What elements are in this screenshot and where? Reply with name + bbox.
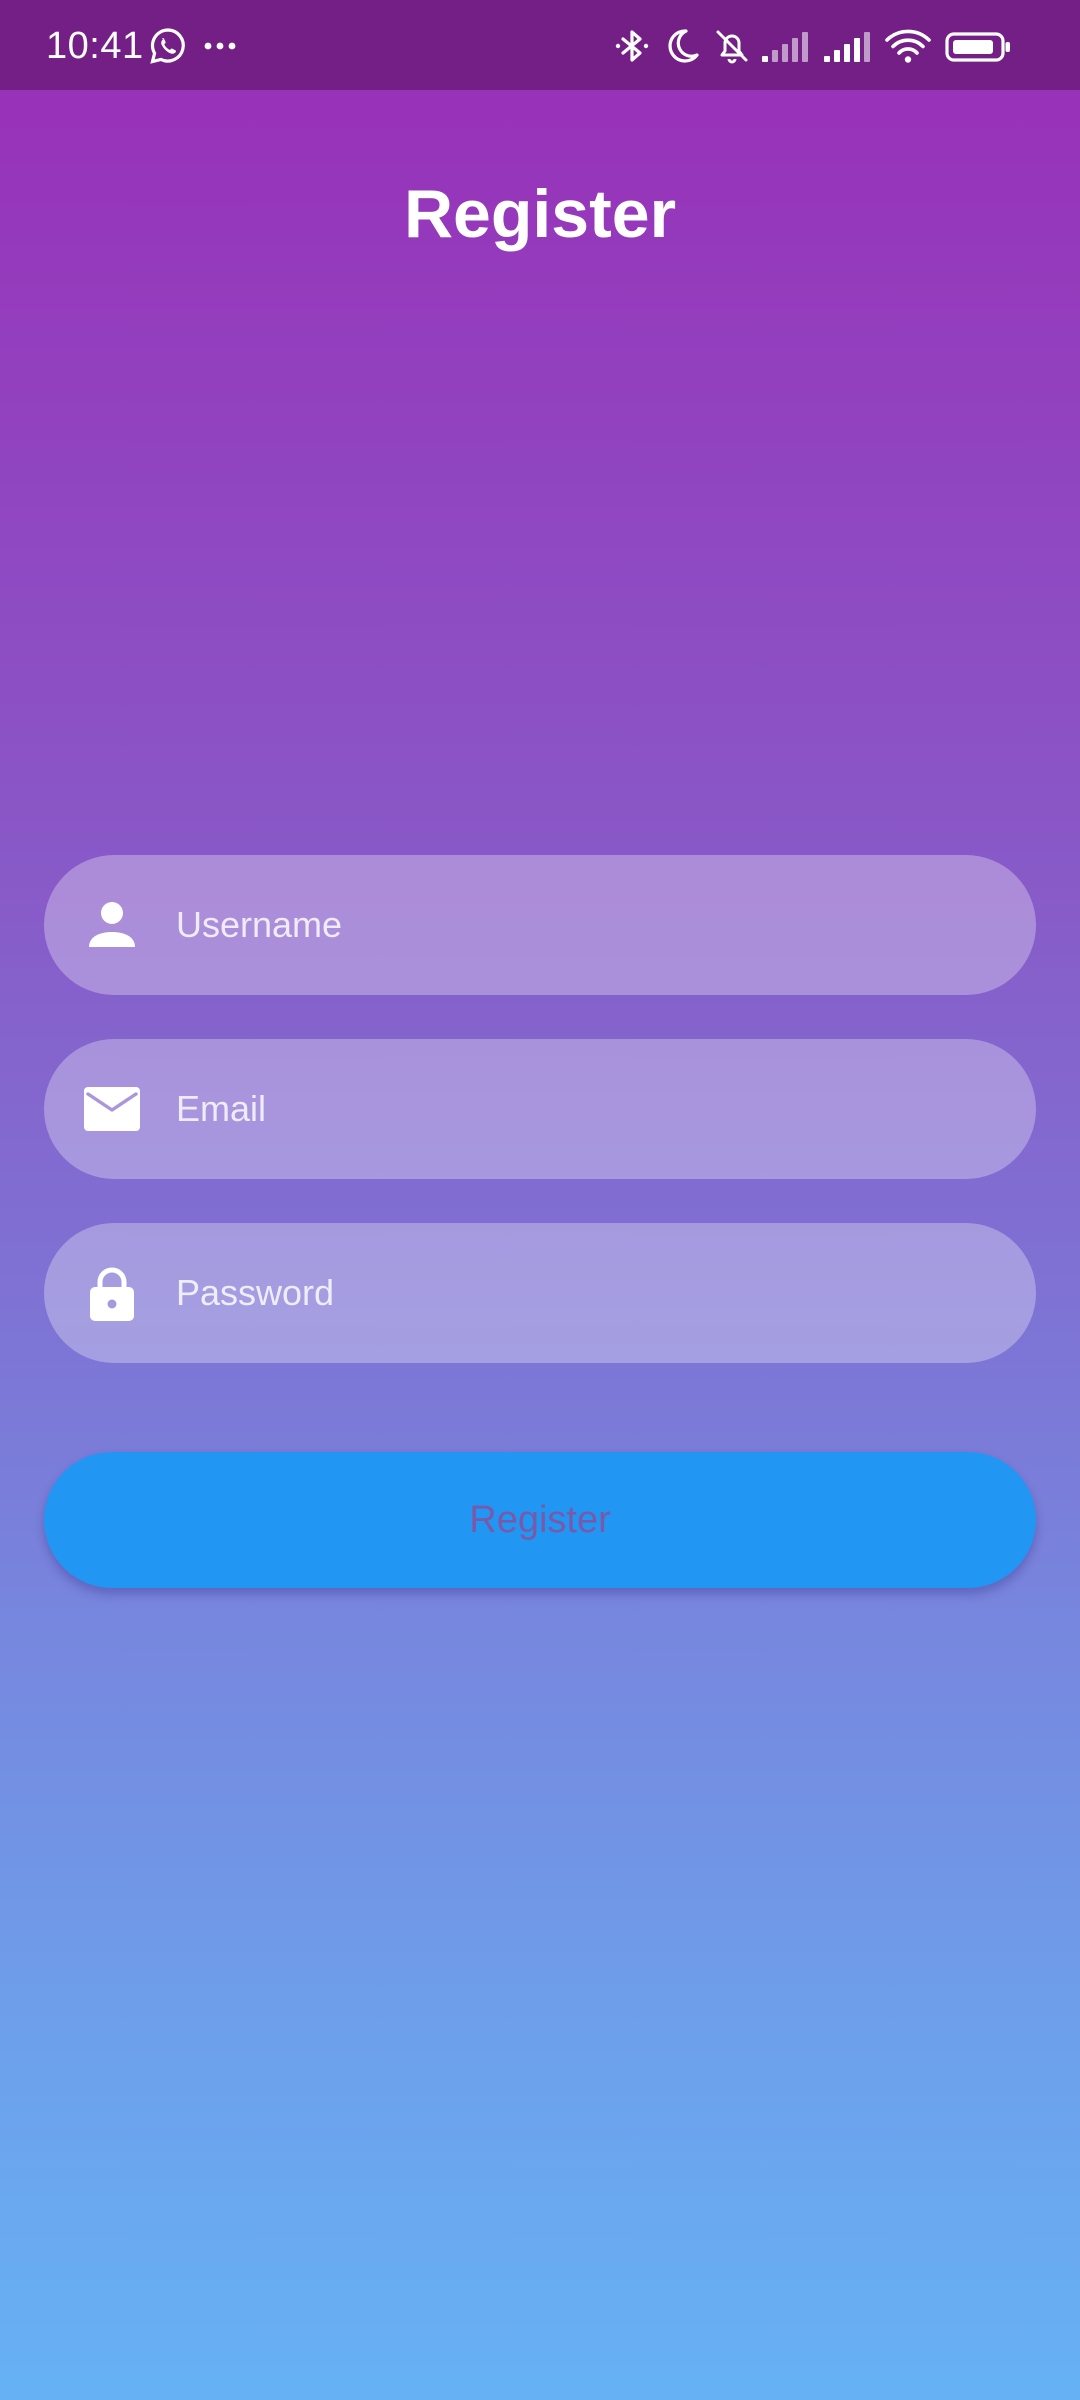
page-title: Register xyxy=(403,176,677,252)
email-input[interactable] xyxy=(176,1039,996,1179)
email-field[interactable] xyxy=(44,1039,1036,1179)
person-icon xyxy=(89,902,135,947)
username-input[interactable] xyxy=(176,855,996,995)
username-field[interactable] xyxy=(44,855,1036,995)
more-dots-icon xyxy=(204,42,236,50)
lock-icon xyxy=(90,1267,134,1321)
bell-off-icon xyxy=(716,30,748,64)
mail-icon xyxy=(84,1087,140,1131)
battery-icon xyxy=(945,32,1010,62)
status-time: 10:41 xyxy=(46,25,144,67)
signal-icon xyxy=(824,32,870,62)
password-input[interactable] xyxy=(176,1223,996,1363)
status-bar: 10:41 xyxy=(0,0,1080,90)
bluetooth-icon xyxy=(615,30,649,62)
register-screen: 10:41 Register Username Email Register xyxy=(0,0,1080,2400)
moon-icon xyxy=(668,29,699,63)
whatsapp-icon xyxy=(150,28,185,64)
password-field[interactable] xyxy=(44,1223,1036,1363)
wifi-icon xyxy=(885,29,931,63)
register-button[interactable]: Register xyxy=(44,1452,1036,1588)
signal-icon xyxy=(762,32,808,62)
